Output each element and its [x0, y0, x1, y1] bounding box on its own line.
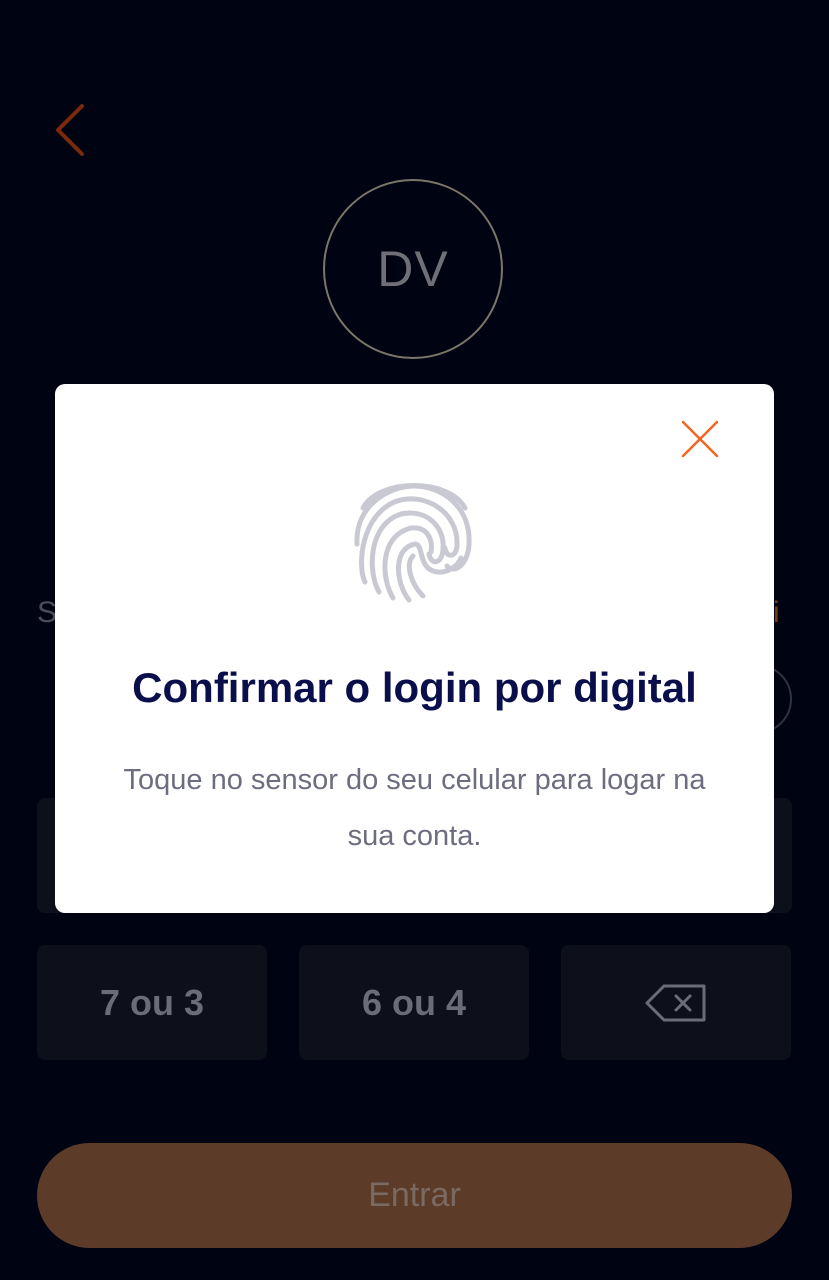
- back-button[interactable]: [48, 100, 96, 160]
- keypad-key-label: 7 ou 3: [99, 981, 205, 1023]
- close-button[interactable]: [677, 416, 723, 462]
- submit-button-label: Entrar: [368, 1176, 461, 1214]
- submit-button[interactable]: Entrar: [37, 1143, 792, 1248]
- keypad-backspace-key[interactable]: [561, 945, 791, 1060]
- keypad-key-label: 6 ou 4: [361, 981, 467, 1023]
- dialog-title: Confirmar o login por digital: [132, 664, 697, 711]
- fingerprint-icon: [354, 483, 472, 603]
- backspace-icon: [645, 984, 706, 1021]
- close-icon: [681, 420, 719, 458]
- avatar-initials: DV: [377, 241, 449, 297]
- obscured-label: S: [37, 596, 58, 629]
- dialog-description: Toque no sensor do seu celular para loga…: [123, 764, 706, 852]
- keypad-key-7-or-3[interactable]: 7 ou 3: [37, 945, 267, 1060]
- avatar: DV: [323, 179, 503, 359]
- keypad-key-6-or-4[interactable]: 6 ou 4: [299, 945, 529, 1060]
- fingerprint-dialog: Confirmar o login por digital Toque no s…: [55, 384, 774, 913]
- login-screen: DV S ci 7 ou 3 6 ou 4 Entrar: [0, 0, 829, 1280]
- chevron-left-icon: [56, 104, 84, 156]
